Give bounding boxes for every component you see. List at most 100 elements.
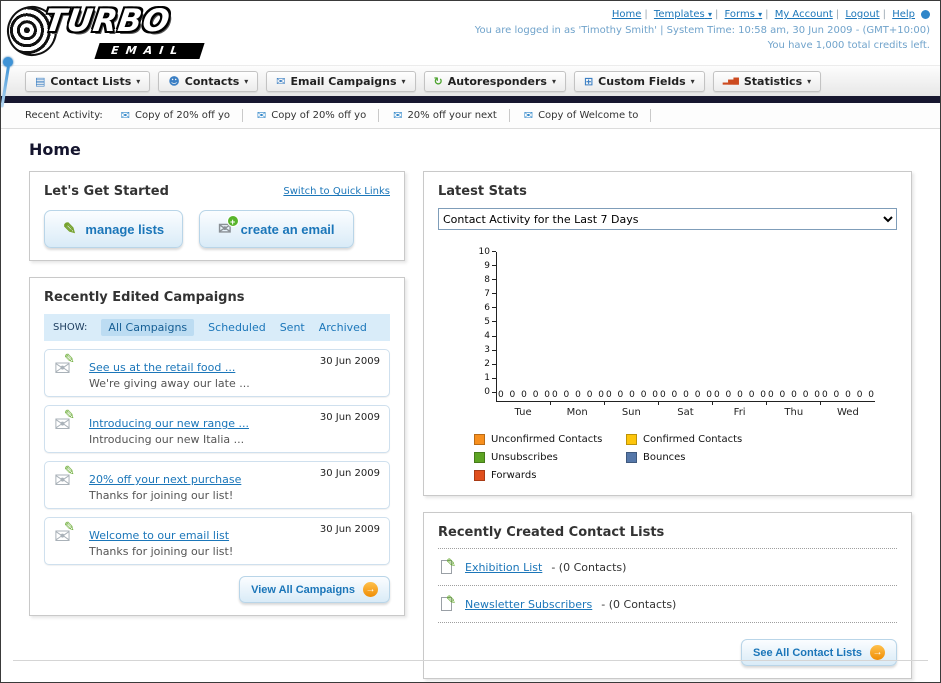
contact-list-row[interactable]: ✎ Exhibition List - (0 Contacts) (438, 549, 897, 586)
bar-group: 0 0 0 0 0 (821, 252, 875, 401)
campaign-row[interactable]: ✉ ✎ Introducing our new range ... Introdu… (44, 405, 390, 453)
app-logo[interactable]: TURBO EMAIL (1, 1, 205, 63)
recent-activity-item[interactable]: ✉ Copy of Welcome to (520, 109, 652, 122)
legend-label: Unconfirmed Contacts (491, 434, 603, 445)
filter-scheduled[interactable]: Scheduled (208, 321, 266, 334)
view-all-campaigns-button[interactable]: View All Campaigns → (239, 576, 390, 603)
tab-autoresponders[interactable]: ↻ Autoresponders ▾ (423, 70, 566, 92)
x-axis-label: Fri (733, 407, 746, 418)
x-labels: Tue Mon Sun Sat Fri Thu Wed (496, 402, 875, 418)
arrow-right-icon: → (363, 582, 378, 597)
contact-lists-title: Recently Created Contact Lists (438, 525, 665, 540)
recent-activity-bar: Recent Activity: ✉ Copy of 20% off yo ✉ … (1, 103, 940, 129)
y-tick-label: 5 (474, 317, 496, 327)
legend-item: Bounces (626, 452, 778, 463)
tab-label: Autoresponders (447, 74, 547, 88)
y-tick-label: 10 (474, 247, 496, 257)
campaigns-filter-bar: SHOW: All Campaigns Scheduled Sent Archi… (44, 314, 390, 341)
campaign-link[interactable]: Welcome to our email list (89, 529, 229, 542)
campaign-row[interactable]: ✉ ✎ See us at the retail food ... We're g… (44, 349, 390, 397)
manage-lists-button[interactable]: ✎ manage lists (44, 210, 184, 248)
y-tick-label: 4 (474, 331, 496, 341)
stats-period-select[interactable]: Contact Activity for the Last 7 Days (438, 208, 897, 230)
top-link-logout[interactable]: Logout (845, 9, 879, 20)
separator: | (714, 9, 719, 20)
bar-group: 0 0 0 0 0 (659, 252, 713, 405)
legend-swatch (474, 434, 485, 445)
main-content: Home Let's Get Started Switch to Quick L… (1, 129, 940, 682)
get-started-title: Let's Get Started (44, 184, 169, 199)
switch-quick-links-link[interactable]: Switch to Quick Links (283, 186, 390, 197)
top-link-templates[interactable]: Templates ▾ (654, 9, 712, 20)
bar-value-labels: 0 0 0 0 0 (605, 390, 659, 400)
chevron-down-icon: ▾ (244, 76, 249, 86)
x-axis-label: Sun (621, 407, 641, 418)
recent-contact-lists-panel: Recently Created Contact Lists ✎ Exhibit… (423, 512, 912, 679)
envelope-pencil-icon: ✉ ✎ (54, 352, 75, 380)
envelope-icon: ✉ (393, 109, 403, 122)
legend-item: Unconfirmed Contacts (474, 434, 626, 445)
bar-group: 0 0 0 0 0 (767, 252, 821, 405)
tab-statistics[interactable]: ▂▅▇ Statistics ▾ (712, 70, 822, 92)
create-email-button[interactable]: ✉ + create an email (199, 210, 354, 248)
legend-item: Unsubscribes (474, 452, 626, 463)
campaign-link[interactable]: Introducing our new range ... (89, 417, 249, 430)
recent-activity-item[interactable]: ✉ 20% off your next (389, 109, 510, 122)
legend-label: Bounces (643, 452, 686, 463)
tab-custom-fields[interactable]: ⊞ Custom Fields ▾ (573, 70, 705, 92)
chart-legend: Unconfirmed Contacts Confirmed Contacts Un… (474, 434, 897, 481)
top-link-my-account[interactable]: My Account (775, 9, 833, 20)
top-link-help[interactable]: Help (892, 9, 915, 20)
campaign-date: 30 Jun 2009 (319, 356, 380, 367)
bar-value-labels: 0 0 0 0 0 (497, 390, 551, 400)
y-tick-label: 8 (474, 275, 496, 285)
tab-label: Contact Lists (50, 74, 132, 88)
filter-archived[interactable]: Archived (319, 321, 367, 334)
recent-activity-item[interactable]: ✉ Copy of 20% off yo (253, 109, 380, 122)
campaign-subtitle: Introducing our new Italia ... (89, 433, 245, 446)
get-started-panel: Let's Get Started Switch to Quick Links … (29, 171, 405, 261)
credits-info: You have 1,000 total credits left. (767, 40, 930, 51)
stats-chart: 10 9 8 7 6 5 4 3 2 1 0 0 0 0 0 00 0 0 0 00 0 0 0 0… (474, 247, 875, 418)
bar-value-labels: 0 0 0 0 0 (551, 390, 605, 400)
filter-all-campaigns[interactable]: All Campaigns (101, 319, 195, 336)
page-title: Home (29, 140, 81, 159)
page-pencil-icon: ✎ (440, 556, 456, 575)
campaign-row[interactable]: ✉ ✎ 20% off your next purchase Thanks for… (44, 461, 390, 509)
recent-activity-item[interactable]: ✉ Copy of 20% off yo (117, 109, 243, 122)
filter-sent[interactable]: Sent (280, 321, 305, 334)
y-tick-label: 9 (474, 261, 496, 271)
chevron-down-icon: ▾ (401, 76, 406, 86)
campaigns-title: Recently Edited Campaigns (44, 290, 245, 305)
legend-swatch (626, 452, 637, 463)
contact-list-row[interactable]: ✎ Newsletter Subscribers - (0 Contacts) (438, 586, 897, 623)
help-icon[interactable] (921, 9, 930, 19)
contact-list-count: - (0 Contacts) (551, 560, 627, 574)
main-nav: ▤ Contact Lists ▾ ☻ Contacts ▾ ✉ Email C… (1, 65, 940, 96)
legend-label: Unsubscribes (491, 452, 558, 463)
campaign-subtitle: Thanks for joining our list! (89, 489, 234, 502)
campaign-row[interactable]: ✉ ✎ Welcome to our email list Thanks for … (44, 517, 390, 565)
tab-contact-lists[interactable]: ▤ Contact Lists ▾ (25, 70, 151, 92)
see-all-contact-lists-button[interactable]: See All Contact Lists → (740, 639, 897, 666)
tab-email-campaigns[interactable]: ✉ Email Campaigns ▾ (266, 70, 416, 92)
tab-contacts[interactable]: ☻ Contacts ▾ (158, 70, 259, 92)
top-right-block: Home | Templates ▾ | Forms ▾ | My Account | … (475, 7, 930, 54)
show-label: SHOW: (53, 322, 88, 333)
statistics-icon: ▂▅▇ (722, 76, 739, 85)
top-link-forms[interactable]: Forms ▾ (725, 9, 763, 20)
campaign-subtitle: Thanks for joining our list! (89, 545, 234, 558)
logo-text: TURBO EMAIL (42, 3, 205, 59)
contact-list-link[interactable]: Newsletter Subscribers (465, 598, 592, 611)
x-axis-label: Tue (514, 407, 532, 418)
separator: | (765, 9, 769, 20)
tab-label: Contacts (184, 74, 240, 88)
recent-activity-label: Recent Activity: (25, 110, 103, 121)
tab-label: Email Campaigns (290, 74, 397, 88)
y-axis: 10 9 8 7 6 5 4 3 2 1 0 (474, 247, 496, 398)
top-link-home[interactable]: Home (612, 9, 642, 20)
x-axis-label: Wed (837, 407, 859, 418)
contact-list-link[interactable]: Exhibition List (465, 561, 542, 574)
campaign-link[interactable]: See us at the retail food ... (89, 361, 235, 374)
campaign-link[interactable]: 20% off your next purchase (89, 473, 241, 486)
